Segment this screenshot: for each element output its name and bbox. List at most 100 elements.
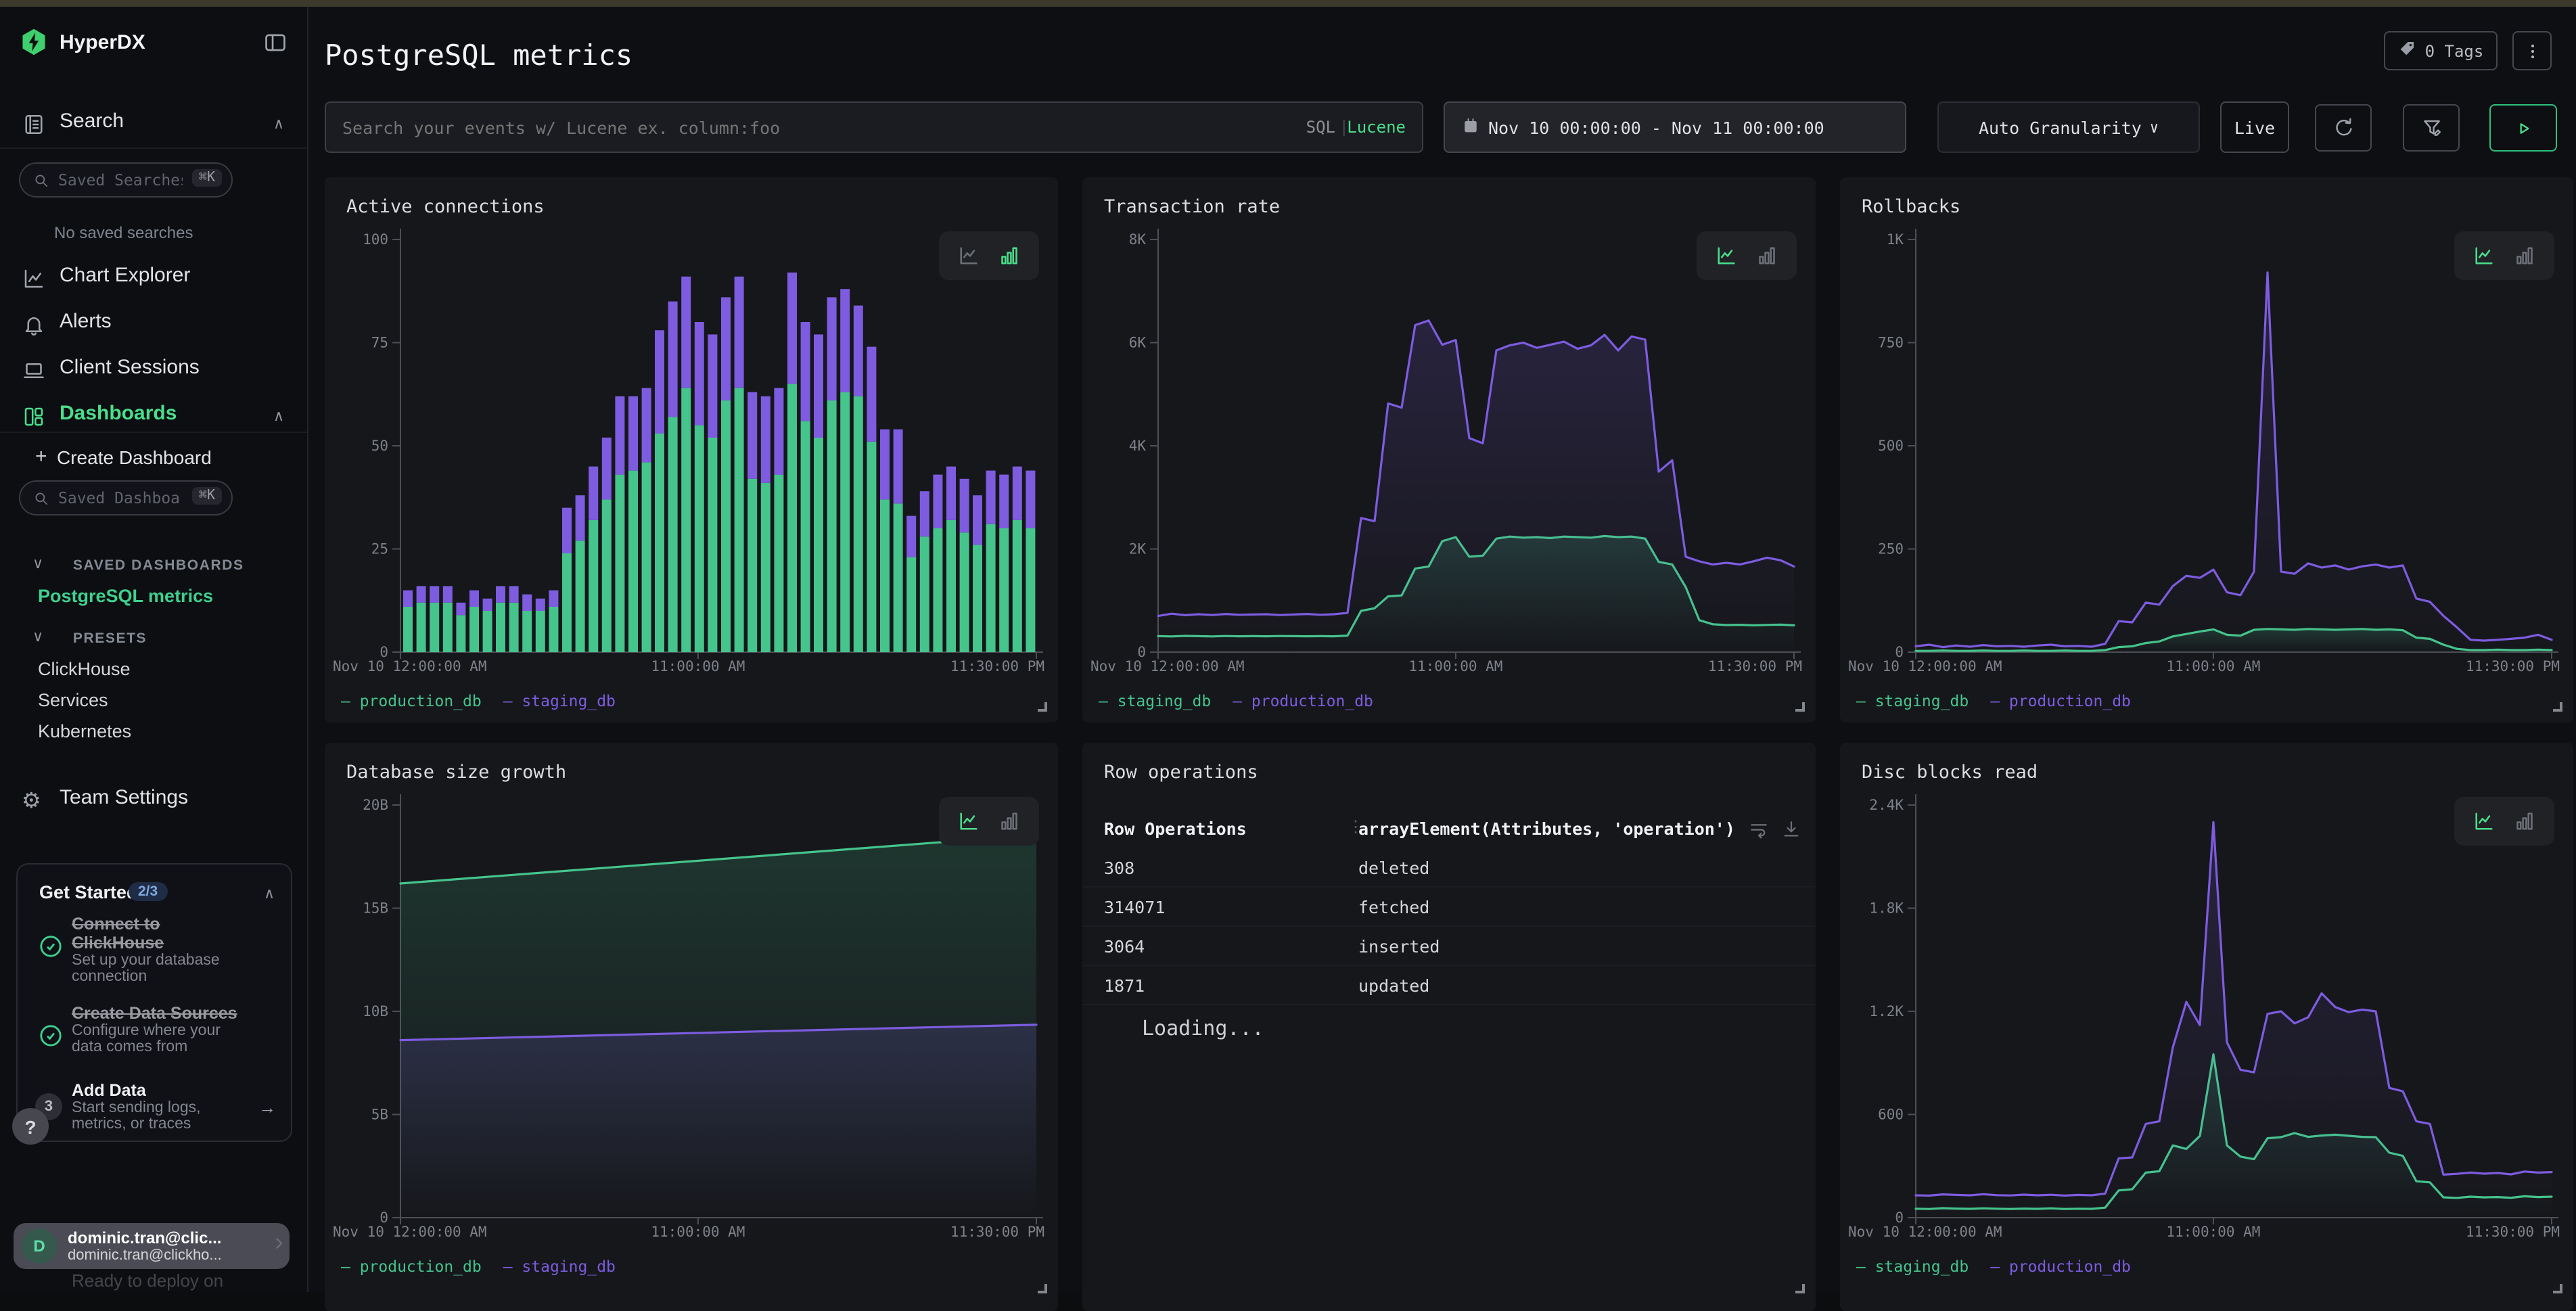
svg-text:1.8K: 1.8K	[1869, 900, 1904, 917]
panel-resize-handle[interactable]	[1795, 702, 1805, 712]
legend-item[interactable]: — production_db	[341, 691, 482, 710]
legend-item[interactable]: — production_db	[341, 1257, 482, 1276]
legend-item[interactable]: — staging_db	[503, 691, 616, 710]
live-button[interactable]: Live	[2220, 101, 2289, 153]
refresh-button[interactable]	[2315, 104, 2372, 152]
table-row[interactable]: 1871updated	[1082, 966, 1816, 1005]
saved-searches-field[interactable]	[58, 166, 183, 193]
sidebar-item-kubernetes[interactable]: Kubernetes	[38, 721, 131, 741]
get-started-item-datasources[interactable]: Create Data Sources Configure where your…	[72, 1004, 237, 1055]
sidebar-item-dashboards[interactable]: Dashboards ∧	[0, 402, 308, 440]
line-chart-icon[interactable]	[957, 244, 981, 268]
column-header[interactable]: Row Operations	[1104, 819, 1247, 839]
bar-chart-icon[interactable]	[2512, 809, 2537, 833]
help-button[interactable]: ?	[12, 1108, 49, 1145]
svg-text:250: 250	[1878, 541, 1904, 557]
panel-resize-handle[interactable]	[2553, 702, 2562, 712]
chart-canvas[interactable]: 1007550250Nov 10 12:00:00 AM11:00:00 AM1…	[325, 221, 1058, 689]
sidebar-item-clickhouse[interactable]: ClickHouse	[38, 659, 131, 679]
user-menu[interactable]: D dominic.tran@clic... dominic.tran@clic…	[14, 1223, 290, 1269]
line-chart-icon[interactable]	[2472, 809, 2496, 833]
saved-dashboards-input[interactable]: ⌘K	[19, 480, 233, 515]
table-row[interactable]: 3064inserted	[1082, 927, 1816, 966]
line-chart-icon[interactable]	[957, 809, 981, 833]
legend-item[interactable]: — staging_db	[1856, 1257, 1969, 1276]
chevron-down-icon: ∨	[2150, 118, 2159, 136]
chevron-down-icon: ∨	[32, 556, 43, 572]
legend-item[interactable]: — production_db	[1990, 691, 2131, 710]
download-icon[interactable]	[1780, 819, 1802, 844]
svg-text:20B: 20B	[363, 797, 388, 813]
bar-chart-icon[interactable]	[997, 244, 1021, 268]
panel-title: Rollbacks	[1862, 196, 1960, 218]
table-header: Row Operations ⋮ arrayElement(Attributes…	[1082, 813, 1816, 848]
chart-canvas[interactable]: 20B15B10B5B0Nov 10 12:00:00 AM11:00:00 A…	[325, 786, 1058, 1254]
panel-row-operations: Row operations Row Operations ⋮ arrayEle…	[1082, 743, 1816, 1311]
sql-toggle[interactable]: SQL	[1306, 118, 1335, 137]
sidebar-item-alerts[interactable]: Alerts	[0, 310, 308, 348]
panel-title: Active connections	[346, 196, 545, 218]
event-search-box[interactable]: SQL | Lucene	[325, 101, 1423, 153]
dashboard-grid-icon	[22, 405, 46, 433]
svg-text:11:00:00 AM: 11:00:00 AM	[2166, 658, 2260, 674]
table-row[interactable]: 314071fetched	[1082, 888, 1816, 927]
granularity-select[interactable]: Auto Granularity ∨	[1937, 101, 2200, 153]
line-chart-icon[interactable]	[2472, 244, 2496, 268]
chevron-up-icon[interactable]: ∧	[264, 885, 275, 902]
sidebar: HyperDX Search ∧ ⌘K No saved searches Ch…	[0, 7, 308, 1292]
chart-canvas[interactable]: 1K7505002500Nov 10 12:00:00 AM11:00:00 A…	[1840, 221, 2573, 689]
panel-resize-handle[interactable]	[1038, 702, 1047, 712]
arrow-right-icon: →	[258, 1097, 276, 1118]
chart-legend: — staging_db — production_db	[1099, 691, 1395, 710]
sidebar-item-team-settings[interactable]: ⚙ Team Settings	[0, 786, 308, 824]
bar-chart-icon[interactable]	[1755, 244, 1779, 268]
svg-text:Nov 10 12:00:00 AM: Nov 10 12:00:00 AM	[333, 658, 487, 674]
legend-item[interactable]: — production_db	[1990, 1257, 2131, 1276]
create-dashboard-button[interactable]: + Create Dashboard	[0, 445, 308, 475]
legend-item[interactable]: — staging_db	[1099, 691, 1211, 710]
presets-section[interactable]: ∨ PRESETS	[32, 624, 122, 645]
plus-icon: +	[35, 445, 47, 468]
saved-dashboards-section[interactable]: ∨ SAVED DASHBOARDS	[32, 551, 220, 572]
chart-canvas[interactable]: 2.4K1.8K1.2K6000Nov 10 12:00:00 AM11:00:…	[1840, 786, 2573, 1254]
get-started-item-connect[interactable]: Connect to ClickHouse Set up your databa…	[72, 915, 220, 985]
saved-searches-input[interactable]: ⌘K	[19, 162, 233, 198]
get-started-title: Get Started	[39, 882, 138, 902]
column-header[interactable]: arrayElement(Attributes, 'operation')	[1358, 819, 1735, 839]
kebab-menu-button[interactable]	[2512, 31, 2552, 70]
filter-icon	[2420, 116, 2443, 139]
chart-type-toolbar	[2454, 797, 2554, 846]
sidebar-item-search[interactable]: Search ∧	[0, 110, 308, 147]
sidebar-item-client-sessions[interactable]: Client Sessions	[0, 356, 308, 394]
kbd-shortcut: ⌘K	[192, 169, 222, 187]
wrap-text-icon[interactable]	[1748, 819, 1770, 844]
sidebar-item-services[interactable]: Services	[38, 690, 108, 710]
svg-text:11:30:00 PM: 11:30:00 PM	[2466, 658, 2560, 674]
check-circle-icon	[39, 1024, 62, 1047]
table-row[interactable]: 308deleted	[1082, 848, 1816, 888]
svg-text:15B: 15B	[363, 900, 388, 917]
get-started-item-add-data[interactable]: Add Data Start sending logs, metrics, or…	[72, 1081, 201, 1132]
run-query-button[interactable]	[2489, 104, 2557, 152]
hyperdx-logo-icon[interactable]	[19, 27, 49, 61]
event-search-input[interactable]	[342, 114, 1208, 141]
saved-dashboards-field[interactable]	[58, 484, 183, 511]
chart-canvas[interactable]: 8K6K4K2K0Nov 10 12:00:00 AM11:00:00 AM11…	[1082, 221, 1816, 689]
filter-button[interactable]	[2403, 104, 2460, 152]
tags-button[interactable]: 0 Tags	[2384, 31, 2498, 70]
bar-chart-icon[interactable]	[997, 809, 1021, 833]
legend-item[interactable]: — production_db	[1233, 691, 1373, 710]
svg-text:4K: 4K	[1129, 438, 1147, 454]
date-range-picker[interactable]: Nov 10 00:00:00 - Nov 11 00:00:00	[1444, 101, 1906, 153]
svg-text:75: 75	[371, 335, 388, 351]
sidebar-collapse-icon[interactable]	[262, 30, 288, 60]
sidebar-item-postgresql-metrics[interactable]: PostgreSQL metrics	[38, 586, 213, 606]
line-chart-icon[interactable]	[1714, 244, 1739, 268]
sidebar-item-chart-explorer[interactable]: Chart Explorer	[0, 264, 308, 302]
legend-item[interactable]: — staging_db	[503, 1257, 616, 1276]
legend-item[interactable]: — staging_db	[1856, 691, 1969, 710]
search-icon	[32, 172, 50, 193]
svg-text:Nov 10 12:00:00 AM: Nov 10 12:00:00 AM	[333, 1224, 487, 1240]
lucene-toggle[interactable]: Lucene	[1347, 118, 1406, 137]
bar-chart-icon[interactable]	[2512, 244, 2537, 268]
